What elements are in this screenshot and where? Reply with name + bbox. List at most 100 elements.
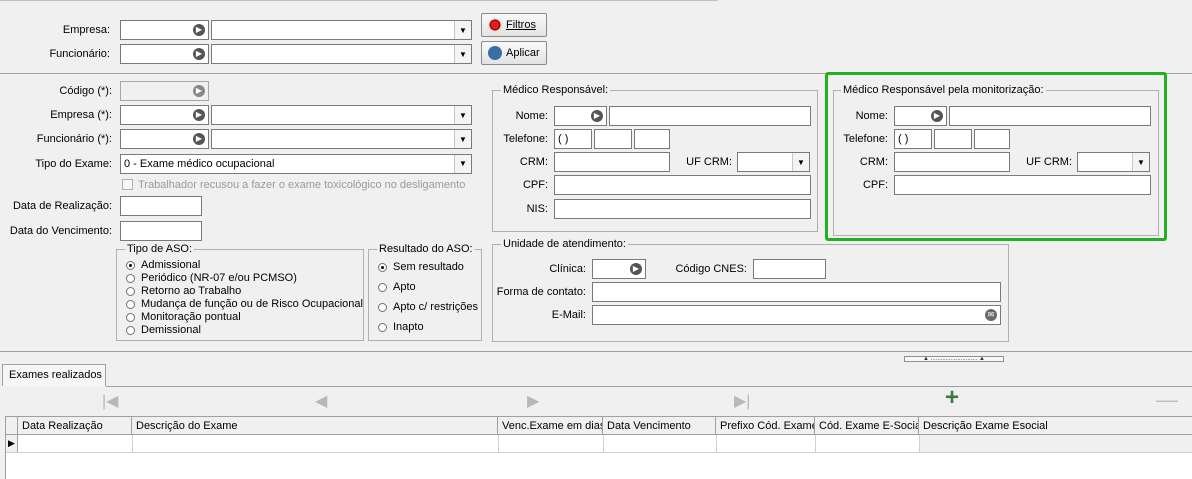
medico-monit-crm-input[interactable] — [894, 152, 1010, 172]
exames-grid[interactable]: Data Realização Descrição do Exame Venc.… — [5, 416, 1192, 479]
empresa-select[interactable]: ▼ — [211, 105, 472, 125]
table-row[interactable]: ▶ — [6, 435, 1192, 453]
cnes-input[interactable] — [753, 259, 826, 279]
filter-funcionario-select[interactable]: ▼ — [211, 44, 472, 64]
col-cod-exame-esocial[interactable]: Cód. Exame E-Social — [815, 417, 919, 435]
email-icon[interactable]: ✉ — [985, 309, 997, 321]
tipo-aso-radio[interactable] — [126, 300, 135, 309]
lookup-icon[interactable]: ▶ — [193, 133, 205, 145]
lookup-icon[interactable]: ▶ — [931, 110, 943, 122]
codigo-input[interactable]: ▶ — [120, 81, 209, 101]
medico-telefone-prefix-input[interactable] — [594, 129, 632, 149]
tipo-aso-option-label: Periódico (NR-07 e/ou PCMSO) — [141, 272, 297, 284]
medico-monit-title: Médico Responsável pela monitorização: — [841, 84, 1046, 96]
cell-readonly — [919, 435, 1192, 452]
chevron-down-icon[interactable]: ▼ — [454, 155, 471, 173]
chevron-down-icon[interactable]: ▼ — [454, 21, 471, 39]
aplicar-button[interactable]: Aplicar — [481, 41, 547, 65]
chevron-down-icon[interactable]: ▼ — [454, 45, 471, 63]
delete-record-icon[interactable]: — — [1156, 389, 1178, 411]
medico-nome-input[interactable] — [609, 106, 811, 126]
tipo-aso-radio[interactable] — [126, 287, 135, 296]
resultado-aso-radio[interactable] — [378, 323, 387, 332]
medico-uf-crm-select[interactable]: ▼ — [737, 152, 810, 172]
medico-cpf-label: CPF: — [522, 179, 548, 191]
medico-telefone-suffix-input[interactable] — [634, 129, 670, 149]
filter-funcionario-code-input[interactable]: ▶ — [120, 44, 209, 64]
calendar-icon[interactable] — [186, 200, 198, 212]
resultado-aso-radio[interactable] — [378, 283, 387, 292]
medico-uf-crm-label: UF CRM: — [686, 156, 732, 168]
data-vencimento-input[interactable] — [120, 221, 202, 241]
tipo-aso-radio[interactable] — [126, 313, 135, 322]
codigo-label: Código (*): — [59, 85, 112, 97]
tipo-aso-radio[interactable] — [126, 326, 135, 335]
tipo-aso-option-label: Mudança de função ou de Risco Ocupaciona… — [141, 298, 363, 310]
filtros-button[interactable]: Filtros — [481, 13, 547, 37]
recusou-checkbox[interactable] — [122, 179, 133, 190]
forma-contato-input[interactable] — [592, 282, 1001, 302]
medico-nome-label: Nome: — [515, 110, 548, 122]
resultado-aso-option-label: Apto — [393, 281, 416, 293]
lookup-icon[interactable]: ▶ — [591, 110, 603, 122]
medico-monit-telefone-suffix-input[interactable] — [974, 129, 1010, 149]
tipo-exame-label: Tipo do Exame: — [35, 158, 112, 170]
tipo-aso-option-label: Monitoração pontual — [141, 311, 241, 323]
resultado-aso-radio[interactable] — [378, 263, 387, 272]
medico-monit-uf-crm-select[interactable]: ▼ — [1077, 152, 1150, 172]
data-vencimento-label: Data do Vencimento: — [9, 225, 112, 237]
col-prefixo-cod-exame[interactable]: Prefixo Cód. Exame — [716, 417, 815, 435]
lookup-icon[interactable]: ▶ — [193, 48, 205, 60]
medico-monit-telefone-ddd-input[interactable]: ( ) — [894, 129, 932, 149]
email-input[interactable]: ✉ — [592, 305, 1001, 325]
tipo-aso-radio[interactable] — [126, 274, 135, 283]
calendar-icon[interactable] — [186, 225, 198, 237]
last-record-icon[interactable]: ▶| — [734, 394, 750, 410]
tipo-exame-select[interactable]: 0 - Exame médico ocupacional ▼ — [120, 154, 472, 174]
medico-nis-input[interactable] — [554, 199, 811, 219]
add-record-icon[interactable]: + — [945, 386, 959, 410]
medico-monit-nome-code-input[interactable]: ▶ — [894, 106, 947, 126]
chevron-down-icon[interactable]: ▼ — [454, 106, 471, 124]
tab-exames-realizados[interactable]: Exames realizados — [2, 364, 106, 386]
first-record-icon[interactable]: |◀ — [102, 394, 118, 410]
cell-divider — [603, 435, 604, 452]
lookup-icon[interactable]: ▶ — [193, 109, 205, 121]
col-descricao-exame[interactable]: Descrição do Exame — [132, 417, 498, 435]
medico-monit-telefone-prefix-input[interactable] — [934, 129, 972, 149]
medico-nome-code-input[interactable]: ▶ — [554, 106, 607, 126]
medico-monit-crm-label: CRM: — [859, 156, 888, 168]
filter-empresa-select[interactable]: ▼ — [211, 20, 472, 40]
medico-telefone-ddd-input[interactable]: ( ) — [554, 129, 592, 149]
col-venc-exame-dias[interactable]: Venc.Exame em dias — [498, 417, 603, 435]
chevron-down-icon[interactable]: ▼ — [1132, 153, 1149, 171]
funcionario-select[interactable]: ▼ — [211, 129, 472, 149]
medico-monit-nome-input[interactable] — [949, 106, 1151, 126]
prior-record-icon[interactable]: ◀ — [315, 394, 327, 410]
tipo-aso-radio[interactable] — [126, 261, 135, 270]
cell-divider — [498, 435, 499, 452]
chevron-down-icon[interactable]: ▼ — [454, 130, 471, 148]
funcionario-code-input[interactable]: ▶ — [120, 129, 209, 149]
medico-monit-cpf-input[interactable] — [894, 175, 1151, 195]
lookup-icon[interactable]: ▶ — [630, 263, 642, 275]
col-descricao-exame-esocial[interactable]: Descrição Exame Esocial — [919, 417, 1192, 435]
filter-empresa-code-input[interactable]: ▶ — [120, 20, 209, 40]
resultado-aso-title: Resultado do ASO: — [377, 243, 475, 255]
splitter-line — [0, 351, 1192, 352]
splitter-handle[interactable]: ▲ ............................ ▲ — [904, 356, 1004, 362]
clinica-code-input[interactable]: ▶ — [592, 259, 646, 279]
empresa-code-input[interactable]: ▶ — [120, 105, 209, 125]
data-realizacao-input[interactable] — [120, 196, 202, 216]
resultado-aso-radio[interactable] — [378, 303, 387, 312]
row-indicator-icon: ▶ — [6, 435, 18, 452]
medico-crm-input[interactable] — [554, 152, 670, 172]
grid-indicator-header — [6, 417, 18, 435]
chevron-down-icon[interactable]: ▼ — [792, 153, 809, 171]
medico-cpf-input[interactable] — [554, 175, 811, 195]
col-data-realizacao[interactable]: Data Realização — [18, 417, 132, 435]
next-record-icon[interactable]: ▶ — [527, 394, 539, 410]
lookup-icon[interactable]: ▶ — [193, 24, 205, 36]
col-data-vencimento[interactable]: Data Vencimento — [603, 417, 716, 435]
apply-icon — [488, 46, 502, 60]
